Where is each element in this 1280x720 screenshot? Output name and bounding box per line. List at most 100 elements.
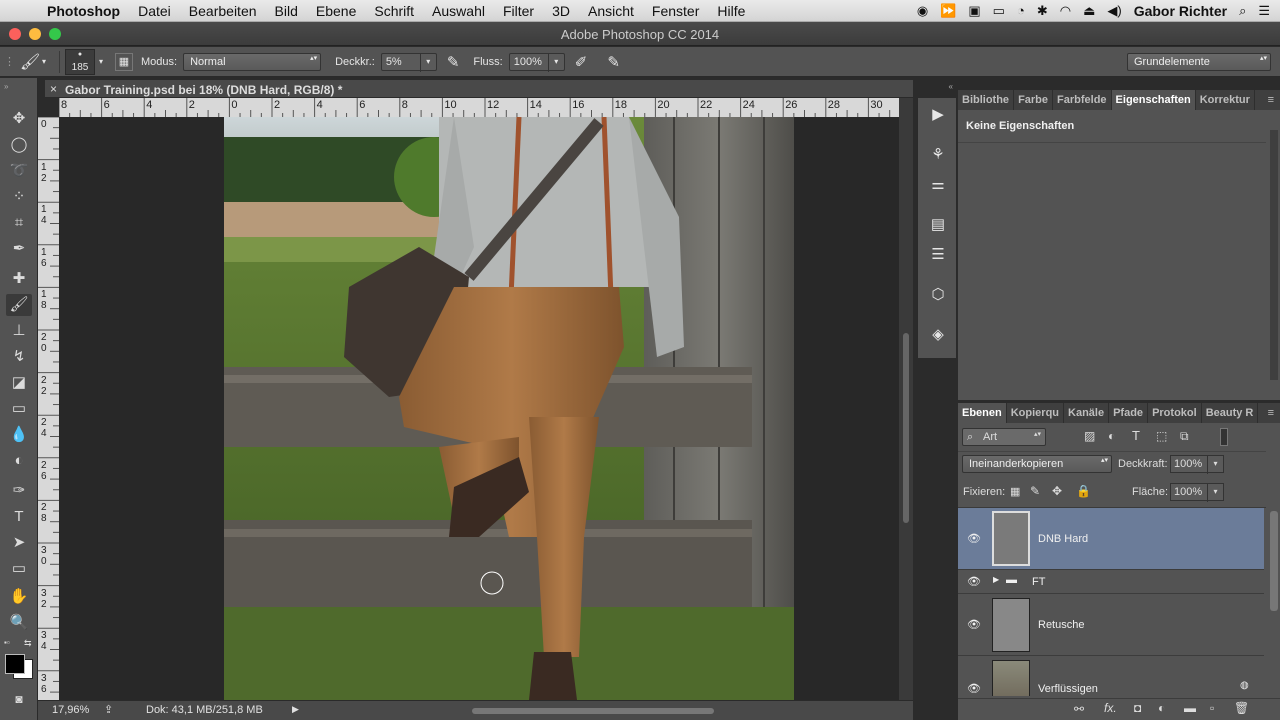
zoom-tool-icon[interactable]: 🔍: [6, 612, 32, 634]
new-group-icon[interactable]: ▬: [1184, 701, 1196, 715]
elliptical-marquee-tool-icon[interactable]: ◯: [6, 134, 32, 156]
pressure-size-icon[interactable]: ✎: [607, 53, 620, 71]
lock-all-icon[interactable]: 🔒: [1076, 484, 1091, 498]
user-name[interactable]: Gabor Richter: [1134, 3, 1227, 19]
layer-opacity-field[interactable]: 100% ▾: [1170, 455, 1224, 474]
tab-farbfelder[interactable]: Farbfelde: [1053, 90, 1112, 110]
foreground-color-swatch[interactable]: [5, 654, 25, 674]
expand-group-icon[interactable]: ▶: [993, 575, 999, 584]
brush-panel-toggle-icon[interactable]: ▦: [115, 52, 133, 71]
type-tool-icon[interactable]: T: [6, 506, 32, 528]
smart-filter-icon[interactable]: ◍: [1240, 680, 1249, 691]
visibility-eye-icon[interactable]: 👁: [966, 532, 982, 545]
quick-selection-tool-icon[interactable]: ⁘: [6, 186, 32, 208]
wifi-icon[interactable]: ◠: [1060, 3, 1071, 19]
notes-icon[interactable]: ▤: [926, 214, 950, 236]
default-colors-icon[interactable]: ▪▫: [4, 638, 10, 647]
bluetooth-icon[interactable]: ✱: [1037, 3, 1048, 19]
horizontal-scroll-thumb[interactable]: [472, 708, 714, 714]
brush-size-picker[interactable]: ● 185: [65, 48, 95, 75]
layers-scroll-thumb[interactable]: [1270, 511, 1278, 611]
tab-farbe[interactable]: Farbe: [1014, 90, 1054, 110]
actions-play-icon[interactable]: ▶: [926, 104, 950, 126]
3d-cube-icon[interactable]: ⬡: [926, 284, 950, 306]
record-icon[interactable]: ◉: [917, 3, 928, 19]
tab-korrekturen[interactable]: Korrektur: [1196, 90, 1255, 110]
canvas-area[interactable]: [59, 117, 899, 700]
lock-transparent-icon[interactable]: ▦: [1010, 485, 1020, 498]
notification-list-icon[interactable]: ☰: [1258, 3, 1270, 19]
menu-bearbeiten[interactable]: Bearbeiten: [180, 3, 266, 19]
blur-tool-icon[interactable]: 💧: [6, 424, 32, 446]
brush-size-dropdown-icon[interactable]: ▾: [95, 57, 107, 66]
export-icon[interactable]: ⇪: [104, 703, 113, 716]
move-tool-icon[interactable]: ✥: [6, 108, 32, 130]
layer-group-ft[interactable]: 👁 ▶ ▬ FT: [958, 570, 1264, 594]
layer-row-retusche[interactable]: 👁 Retusche: [958, 594, 1264, 656]
vertical-scroll-thumb[interactable]: [903, 333, 909, 523]
delete-layer-icon[interactable]: 🗑: [1234, 701, 1249, 715]
visibility-eye-icon[interactable]: 👁: [966, 682, 982, 695]
menu-auswahl[interactable]: Auswahl: [423, 3, 494, 19]
properties-scrollbar[interactable]: [1270, 130, 1278, 380]
document-image[interactable]: [59, 117, 899, 700]
layers-stack-icon[interactable]: ◈: [926, 324, 950, 346]
tab-kanaele[interactable]: Kanäle: [1064, 403, 1110, 423]
airbrush-icon[interactable]: ✐: [575, 53, 588, 71]
clone-stamp-tool-icon[interactable]: ⊥: [6, 320, 32, 342]
filter-toggle-switch[interactable]: [1220, 428, 1228, 446]
pressure-opacity-icon[interactable]: ✎: [447, 53, 460, 71]
spotlight-search-icon[interactable]: ⌕: [1239, 3, 1246, 19]
rectangle-tool-icon[interactable]: ▭: [6, 558, 32, 580]
brush-tool-icon[interactable]: 🖌: [6, 294, 32, 316]
menu-filter[interactable]: Filter: [494, 3, 543, 19]
preset-dropdown-icon[interactable]: ▾: [42, 57, 54, 66]
menu-datei[interactable]: Datei: [129, 3, 180, 19]
collapse-toolbar-icon[interactable]: »: [4, 82, 8, 91]
close-document-icon[interactable]: ×: [50, 82, 57, 96]
menu-schrift[interactable]: Schrift: [365, 3, 423, 19]
filter-type-icon[interactable]: T: [1132, 428, 1140, 443]
brush-presets-icon[interactable]: ⚘: [926, 144, 950, 166]
history-brush-tool-icon[interactable]: ↯: [6, 346, 32, 368]
collapse-strip-icon[interactable]: «: [918, 82, 956, 91]
forward-icon[interactable]: ⏩: [940, 3, 956, 19]
new-adjustment-layer-icon[interactable]: ◐: [1158, 701, 1165, 715]
link-layers-icon[interactable]: ⚯: [1074, 702, 1084, 716]
tab-protokoll[interactable]: Protokol: [1148, 403, 1202, 423]
horizontal-ruler[interactable]: 8 6 4 2 0 2 4 6 8 10 12 14 16 18 20 22 24 26 28 30: [59, 98, 899, 117]
filter-smart-object-icon[interactable]: ⧉: [1180, 429, 1189, 444]
volume-icon[interactable]: ◀): [1107, 3, 1121, 19]
blend-mode-select[interactable]: Ineinanderkopieren: [962, 455, 1112, 473]
layer-fill-field[interactable]: 100% ▾: [1170, 483, 1224, 502]
visibility-eye-icon[interactable]: 👁: [966, 618, 982, 631]
canvas-vertical-scrollbar[interactable]: [899, 98, 913, 700]
crop-tool-icon[interactable]: ⌗: [6, 212, 32, 234]
drive-icon[interactable]: ▣: [968, 3, 980, 19]
grip-handle[interactable]: ⋮: [4, 55, 20, 68]
menu-3d[interactable]: 3D: [543, 3, 579, 19]
menu-ansicht[interactable]: Ansicht: [579, 3, 643, 19]
paragraph-panel-icon[interactable]: ☰: [926, 244, 950, 266]
visibility-eye-icon[interactable]: 👁: [966, 575, 982, 588]
menu-photoshop[interactable]: Photoshop: [38, 3, 129, 19]
layer-row-verfluessigen[interactable]: 👁 Verflüssigen ◍: [958, 656, 1264, 696]
opacity-field[interactable]: 5% ▾: [380, 52, 437, 72]
tab-bibliotheken[interactable]: Bibliothe: [958, 90, 1015, 110]
pen-tool-icon[interactable]: ✑: [6, 480, 32, 502]
lock-image-icon[interactable]: ✎: [1030, 484, 1040, 498]
gradient-tool-icon[interactable]: ▭: [6, 398, 32, 420]
layer-style-fx-icon[interactable]: fx.: [1104, 701, 1117, 715]
filter-shape-icon[interactable]: ⬚: [1156, 429, 1167, 443]
brush-tool-preset-icon[interactable]: 🖌: [20, 52, 42, 72]
time-machine-icon[interactable]: ◔: [1017, 3, 1025, 18]
adjustments-sliders-icon[interactable]: ⚌: [926, 174, 950, 196]
new-layer-icon[interactable]: ▫: [1210, 701, 1214, 715]
eraser-tool-icon[interactable]: ◪: [6, 372, 32, 394]
swap-colors-icon[interactable]: ⇆: [24, 638, 32, 649]
eyedropper-tool-icon[interactable]: ✒: [6, 238, 32, 260]
flow-field[interactable]: 100% ▾: [508, 52, 565, 72]
zoom-level[interactable]: 17,96%: [52, 704, 89, 716]
tab-ebenen[interactable]: Ebenen: [958, 403, 1007, 423]
menu-bild[interactable]: Bild: [266, 3, 307, 19]
